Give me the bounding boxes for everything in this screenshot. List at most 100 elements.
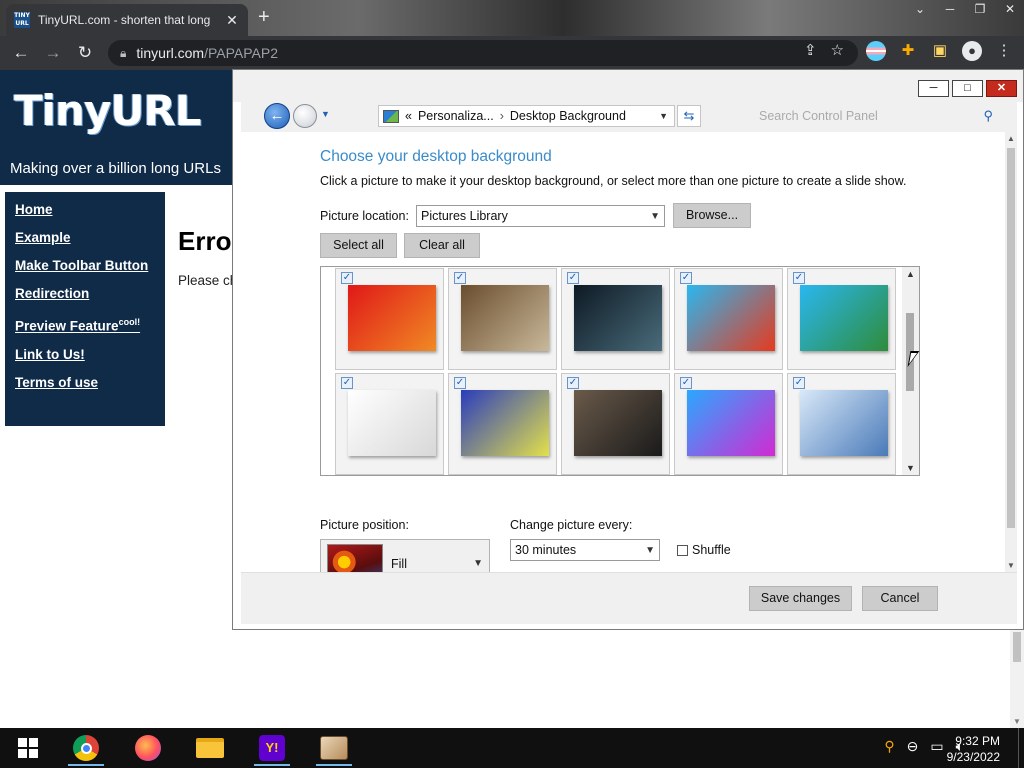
nav-link-terms[interactable]: Terms of use	[15, 375, 155, 391]
browse-button[interactable]: Browse...	[673, 203, 751, 228]
restore-icon[interactable]: ❐	[966, 0, 994, 18]
minimize-icon[interactable]: ─	[936, 0, 964, 18]
thumbnail-checkbox[interactable]: ✓	[680, 377, 692, 389]
yahoo-taskbar-button[interactable]: Y!	[248, 730, 296, 766]
search-icon[interactable]: ⚲	[983, 108, 993, 124]
chevron-down-icon[interactable]: ⌄	[906, 0, 934, 18]
thumbnail-checkbox[interactable]: ✓	[341, 377, 353, 389]
picture-location-select[interactable]: Pictures Library ▼	[416, 205, 665, 227]
picture-position-label: Picture position:	[320, 518, 409, 532]
taskbar-clock[interactable]: 9:32 PM 9/23/2022	[947, 733, 1000, 765]
nav-link-preview-feature[interactable]: Preview Featurecool!	[15, 314, 155, 335]
gallery-thumbnail[interactable]: ✓	[787, 268, 896, 370]
nav-link-toolbar-button[interactable]: Make Toolbar Button	[15, 258, 155, 274]
scroll-down-icon[interactable]: ▼	[906, 463, 915, 473]
window-scrollbar-thumb[interactable]	[1007, 148, 1015, 528]
gallery-thumbnail[interactable]: ✓	[335, 373, 444, 475]
profile-avatar-icon[interactable]: ●	[962, 41, 982, 61]
file-explorer-taskbar-button[interactable]	[186, 730, 234, 766]
network-icon[interactable]: ▭	[930, 738, 943, 755]
save-changes-button[interactable]: Save changes	[749, 586, 852, 611]
gallery-thumbnail[interactable]: ✓	[448, 373, 557, 475]
tray-app-icon[interactable]: ⊖	[907, 738, 919, 755]
thumbnail-checkbox[interactable]: ✓	[454, 272, 466, 284]
shuffle-checkbox[interactable]: Shuffle	[677, 543, 731, 557]
gallery-thumbnail[interactable]: ✓	[448, 268, 557, 370]
gallery-thumbnail[interactable]: ✓	[561, 373, 670, 475]
back-icon[interactable]: ←	[10, 42, 32, 64]
nav-link-redirection[interactable]: Redirection	[15, 286, 155, 302]
share-icon[interactable]: ⇪	[804, 41, 817, 59]
star-icon[interactable]: ☆	[831, 41, 844, 59]
search-placeholder: Search Control Panel	[759, 109, 878, 123]
kebab-menu-icon[interactable]: ⋮	[994, 41, 1014, 61]
reload-icon[interactable]: ↻	[74, 42, 96, 64]
window-minimize-icon[interactable]: ─	[918, 80, 949, 97]
thumbnail-checkbox[interactable]: ✓	[567, 377, 579, 389]
puzzle-extensions-icon[interactable]: ✚	[898, 41, 918, 61]
thumbnail-checkbox[interactable]: ✓	[341, 272, 353, 284]
app-icon	[320, 736, 348, 760]
show-desktop-button[interactable]	[1018, 728, 1024, 768]
nav-link-link-to-us[interactable]: Link to Us!	[15, 347, 155, 363]
search-tray-icon[interactable]: ⚲	[884, 738, 894, 755]
thumbnail-checkbox[interactable]: ✓	[793, 377, 805, 389]
window-close-icon[interactable]: ✕	[986, 80, 1017, 97]
page-scrollbar[interactable]: ▼	[1010, 630, 1024, 728]
scroll-down-icon[interactable]: ▼	[1013, 717, 1021, 726]
app-taskbar-button[interactable]	[310, 730, 358, 766]
refresh-icon[interactable]: ⇆	[677, 105, 701, 127]
clock-date: 9/23/2022	[946, 750, 1000, 764]
back-arrow-icon[interactable]: ←	[264, 103, 290, 129]
flag-extension-icon[interactable]	[866, 41, 886, 61]
start-button[interactable]	[4, 730, 52, 766]
window-scrollbar[interactable]: ▲ ▼	[1005, 132, 1017, 572]
breadcrumb-personalization[interactable]: Personaliza...	[418, 109, 494, 123]
recent-pages-dropdown-icon[interactable]: ▼	[321, 109, 330, 119]
tinyurl-favicon-icon: TINY URL	[14, 12, 30, 28]
forward-icon[interactable]: →	[42, 42, 64, 64]
thumbnail-checkbox[interactable]: ✓	[680, 272, 692, 284]
cancel-button[interactable]: Cancel	[862, 586, 938, 611]
breadcrumb-desktop-background[interactable]: Desktop Background	[510, 109, 626, 123]
address-bar[interactable]: 🔒︎ tinyurl.com /PAPAPAP2	[108, 40, 858, 66]
browser-tab[interactable]: TINY URL TinyURL.com - shorten that long…	[6, 4, 248, 36]
breadcrumb-overflow[interactable]: «	[405, 109, 412, 123]
shuffle-checkbox-box[interactable]	[677, 544, 688, 556]
side-panel-icon[interactable]: ▣	[930, 41, 950, 61]
firefox-taskbar-button[interactable]	[124, 730, 172, 766]
change-picture-interval-select[interactable]: 30 minutes ▼	[510, 539, 660, 561]
new-tab-button[interactable]: +	[258, 6, 270, 28]
gallery-thumbnail[interactable]: ✓	[335, 268, 444, 370]
thumbnail-checkbox[interactable]: ✓	[567, 272, 579, 284]
scroll-up-icon[interactable]: ▲	[906, 269, 915, 279]
thumbnail-checkbox[interactable]: ✓	[454, 377, 466, 389]
taskbar: Y! ⚲ ⊖ ▭ 🔈︎ 9:32 PM 9/23/2022	[0, 728, 1024, 768]
gallery-thumbnail[interactable]: ✓	[674, 373, 783, 475]
tab-close-icon[interactable]: ✕	[224, 12, 240, 29]
gallery-thumbnail[interactable]: ✓	[787, 373, 896, 475]
gallery-thumbnail[interactable]: ✓	[674, 268, 783, 370]
thumbnail-checkbox[interactable]: ✓	[793, 272, 805, 284]
page-scrollbar-thumb[interactable]	[1013, 632, 1021, 662]
breadcrumb-dropdown-icon[interactable]: ▼	[659, 111, 668, 121]
tinyurl-logo[interactable]: TinyURL	[14, 86, 202, 135]
scroll-up-icon[interactable]: ▲	[1007, 134, 1015, 143]
search-input[interactable]: Search Control Panel ⚲	[751, 105, 999, 127]
breadcrumb-separator: ›	[499, 109, 504, 123]
close-icon[interactable]: ✕	[996, 0, 1024, 18]
window-title-bar[interactable]: ─ □ ✕	[233, 70, 1023, 102]
forward-arrow-icon[interactable]	[293, 104, 317, 128]
clear-all-button[interactable]: Clear all	[404, 233, 480, 258]
nav-link-home[interactable]: Home	[15, 202, 155, 218]
toilet-urinal-image	[461, 285, 549, 351]
nav-link-example[interactable]: Example	[15, 230, 155, 246]
chrome-taskbar-button[interactable]	[62, 730, 110, 766]
gallery-scrollbar[interactable]: ▲ ▼	[902, 267, 919, 475]
select-all-button[interactable]: Select all	[320, 233, 397, 258]
gallery-thumbnail[interactable]: ✓	[561, 268, 670, 370]
windows-logo-icon	[18, 738, 38, 758]
breadcrumb[interactable]: « Personaliza... › Desktop Background ▼	[378, 105, 675, 127]
scroll-down-icon[interactable]: ▼	[1007, 561, 1015, 570]
window-maximize-icon[interactable]: □	[952, 80, 983, 97]
